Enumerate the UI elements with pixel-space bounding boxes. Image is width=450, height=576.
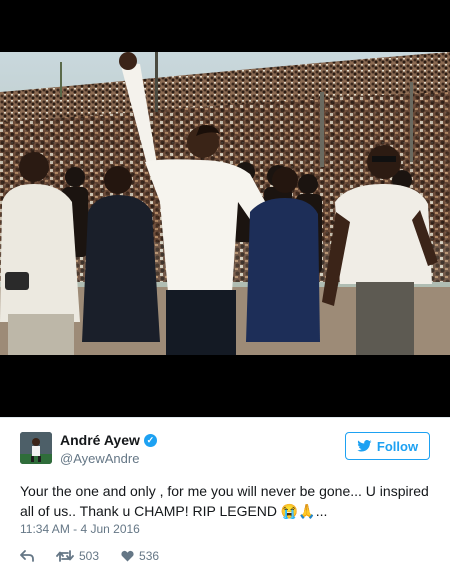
like-count: 536 [139,549,160,563]
follow-button[interactable]: Follow [345,432,430,460]
retweet-button[interactable]: 503 [56,549,99,563]
crowd-photo-illustration [0,52,450,355]
verified-badge-icon: ✓ [143,433,157,447]
like-button[interactable]: 536 [121,549,159,563]
tweet-actions: 503 536 [20,549,181,563]
follow-label: Follow [376,438,419,454]
author-name[interactable]: André Ayew [60,432,140,448]
tweet-timestamp[interactable]: 11:34 AM - 4 Jun 2016 [20,522,140,536]
author-name-row[interactable]: André Ayew ✓ [60,432,157,448]
author-handle[interactable]: @AyewAndre [60,451,139,466]
author-avatar[interactable] [20,432,52,464]
twitter-bird-icon [357,440,372,452]
tweet-card: André Ayew ✓ @AyewAndre Follow Your the … [0,417,450,576]
reply-arrow-icon [20,550,34,562]
retweet-icon [56,550,74,562]
heart-icon [121,550,134,562]
tweet-text: Your the one and only , for me you will … [20,483,429,519]
tweet-photo[interactable] [0,52,450,355]
avatar-image [20,432,52,464]
retweet-count: 503 [79,549,100,563]
tweet-media[interactable] [0,0,450,417]
reply-button[interactable] [20,550,34,562]
